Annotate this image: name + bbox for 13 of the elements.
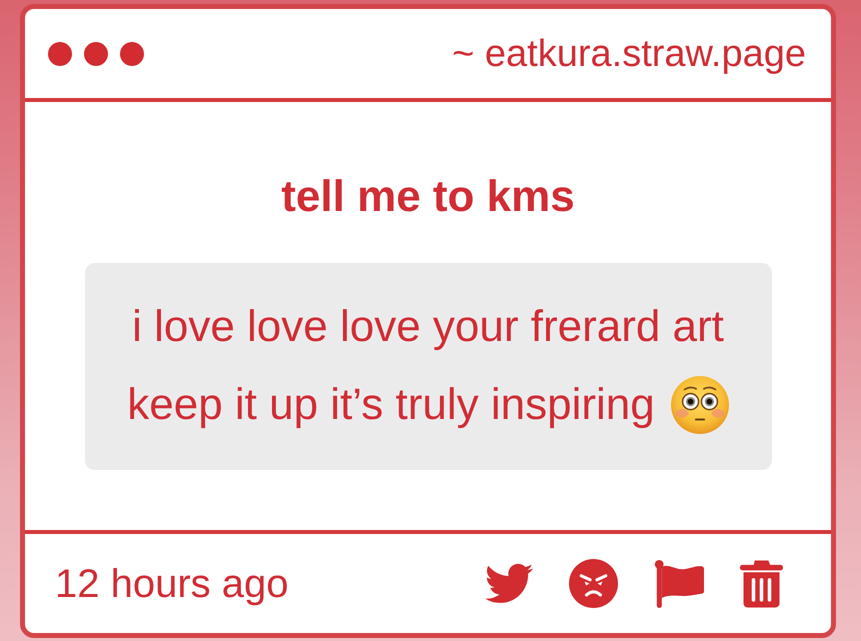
page-url: ~ eatkura.straw.page xyxy=(452,32,806,76)
trash-icon[interactable] xyxy=(740,560,783,608)
bird-icon[interactable] xyxy=(485,563,533,604)
timestamp: 12 hours ago xyxy=(55,560,289,608)
dot-icon xyxy=(48,42,72,66)
flushed-face-icon xyxy=(670,376,729,434)
angry-face-icon[interactable] xyxy=(569,559,618,608)
dot-icon xyxy=(120,42,144,66)
dot-icon xyxy=(84,42,108,66)
message-line: keep it up it’s truly inspiring xyxy=(127,379,655,431)
message-line: i love love love your frerard art xyxy=(132,301,724,353)
question-title: tell me to kms xyxy=(281,171,575,223)
flag-icon[interactable] xyxy=(654,558,704,608)
